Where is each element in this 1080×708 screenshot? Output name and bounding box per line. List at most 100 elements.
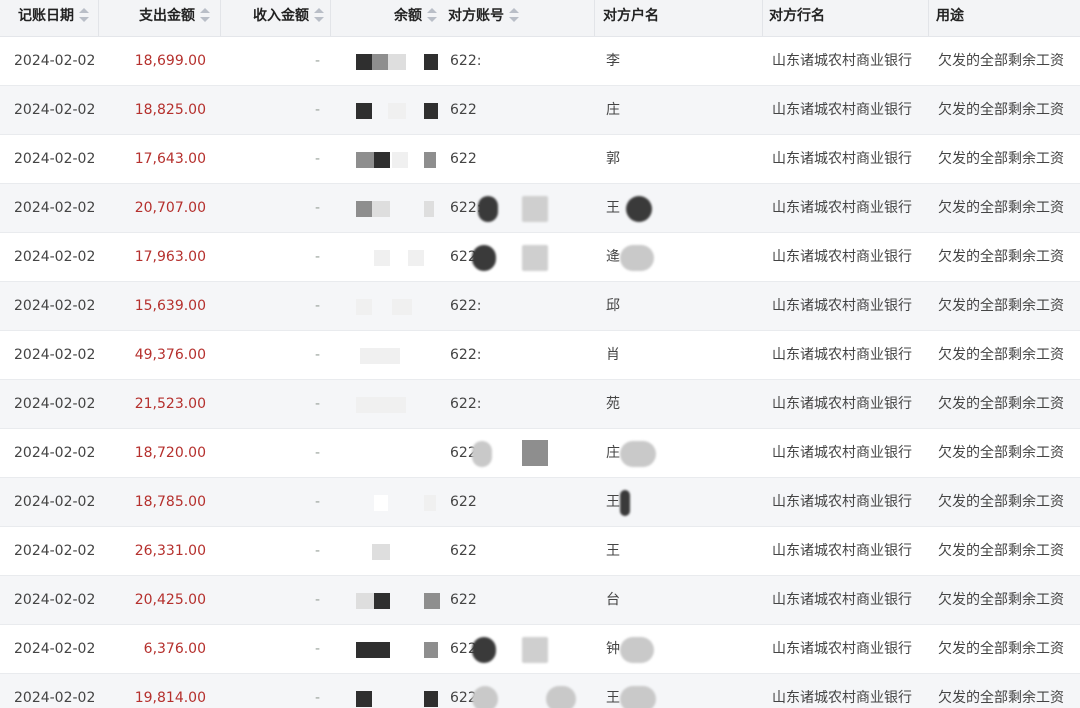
cell-purpose: 欠发的全部剩余工资 bbox=[938, 445, 1064, 461]
cell-bank: 山东诸城农村商业银行 bbox=[772, 151, 912, 167]
table-row[interactable]: 2024-02-02 18,785.00 - 622 王 山东诸城农村商业银行 … bbox=[0, 478, 1080, 527]
cell-purpose: 欠发的全部剩余工资 bbox=[938, 53, 1064, 69]
cell-balance-redacted bbox=[352, 478, 442, 526]
cell-name: 庄 bbox=[606, 102, 620, 118]
cell-date: 2024-02-02 bbox=[14, 151, 96, 167]
cell-in-amount: - bbox=[314, 249, 320, 265]
table-row[interactable]: 2024-02-02 20,707.00 - 622: 王 山东诸城农村商业银行… bbox=[0, 184, 1080, 233]
cell-account: 622 bbox=[450, 429, 590, 477]
cell-out-amount: 18,825.00 bbox=[134, 102, 206, 118]
cell-bank: 山东诸城农村商业银行 bbox=[772, 396, 912, 412]
cell-account: 622: bbox=[450, 347, 482, 363]
cell-balance-redacted bbox=[352, 282, 442, 330]
cell-balance-redacted bbox=[352, 37, 442, 85]
cell-bank: 山东诸城农村商业银行 bbox=[772, 298, 912, 314]
column-header-in[interactable]: 收入金额 bbox=[253, 0, 324, 36]
sort-arrows-icon[interactable] bbox=[200, 8, 210, 22]
cell-date: 2024-02-02 bbox=[14, 298, 96, 314]
cell-account: 622 bbox=[450, 151, 477, 167]
cell-in-amount: - bbox=[314, 543, 320, 559]
cell-in-amount: - bbox=[314, 200, 320, 216]
cell-out-amount: 17,963.00 bbox=[134, 249, 206, 265]
cell-bank: 山东诸城农村商业银行 bbox=[772, 249, 912, 265]
sort-arrows-icon[interactable] bbox=[509, 8, 519, 22]
cell-account: 622 bbox=[450, 233, 590, 281]
cell-balance-redacted bbox=[352, 576, 442, 624]
cell-account: 622 bbox=[450, 592, 477, 608]
table-row[interactable]: 2024-02-02 18,699.00 - 622: 李 山东诸城农村商业银行… bbox=[0, 37, 1080, 86]
table-row[interactable]: 2024-02-02 17,963.00 - 622 逄 山东诸城农村商业银行 … bbox=[0, 233, 1080, 282]
table-row[interactable]: 2024-02-02 6,376.00 - 622 钟 山东诸城农村商业银行 欠… bbox=[0, 625, 1080, 674]
cell-date: 2024-02-02 bbox=[14, 200, 96, 216]
cell-in-amount: - bbox=[314, 396, 320, 412]
cell-account: 622: bbox=[450, 396, 482, 412]
cell-purpose: 欠发的全部剩余工资 bbox=[938, 690, 1064, 706]
cell-bank: 山东诸城农村商业银行 bbox=[772, 592, 912, 608]
cell-out-amount: 17,643.00 bbox=[134, 151, 206, 167]
cell-bank: 山东诸城农村商业银行 bbox=[772, 102, 912, 118]
cell-account: 622 bbox=[450, 102, 477, 118]
table-row[interactable]: 2024-02-02 21,523.00 - 622: 苑 山东诸城农村商业银行… bbox=[0, 380, 1080, 429]
cell-name: 郭 bbox=[606, 151, 620, 167]
column-header-account[interactable]: 对方账号 bbox=[448, 0, 519, 36]
cell-account: 622: bbox=[450, 53, 482, 69]
cell-out-amount: 26,331.00 bbox=[134, 543, 206, 559]
cell-in-amount: - bbox=[314, 690, 320, 706]
cell-date: 2024-02-02 bbox=[14, 249, 96, 265]
cell-balance-redacted bbox=[352, 331, 442, 379]
sort-arrows-icon[interactable] bbox=[427, 8, 437, 22]
cell-account: 622 bbox=[450, 543, 477, 559]
cell-purpose: 欠发的全部剩余工资 bbox=[938, 641, 1064, 657]
table-row[interactable]: 2024-02-02 26,331.00 - 622 王 山东诸城农村商业银行 … bbox=[0, 527, 1080, 576]
table-row[interactable]: 2024-02-02 15,639.00 - 622: 邱 山东诸城农村商业银行… bbox=[0, 282, 1080, 331]
cell-purpose: 欠发的全部剩余工资 bbox=[938, 396, 1064, 412]
cell-bank: 山东诸城农村商业银行 bbox=[772, 53, 912, 69]
cell-out-amount: 20,425.00 bbox=[134, 592, 206, 608]
table-row[interactable]: 2024-02-02 17,643.00 - 622 郭 山东诸城农村商业银行 … bbox=[0, 135, 1080, 184]
cell-out-amount: 19,814.00 bbox=[134, 690, 206, 706]
column-header-bank[interactable]: 对方行名 bbox=[769, 0, 825, 36]
cell-account: 622: bbox=[450, 184, 590, 232]
cell-purpose: 欠发的全部剩余工资 bbox=[938, 543, 1064, 559]
cell-date: 2024-02-02 bbox=[14, 543, 96, 559]
cell-name: 王 bbox=[606, 478, 756, 526]
cell-date: 2024-02-02 bbox=[14, 102, 96, 118]
cell-name: 王 bbox=[606, 674, 756, 708]
cell-out-amount: 21,523.00 bbox=[134, 396, 206, 412]
cell-date: 2024-02-02 bbox=[14, 592, 96, 608]
sort-arrows-icon[interactable] bbox=[79, 8, 89, 22]
table-row[interactable]: 2024-02-02 19,814.00 - 622 王 山东诸城农村商业银行 … bbox=[0, 674, 1080, 708]
cell-purpose: 欠发的全部剩余工资 bbox=[938, 494, 1064, 510]
cell-purpose: 欠发的全部剩余工资 bbox=[938, 592, 1064, 608]
cell-bank: 山东诸城农村商业银行 bbox=[772, 494, 912, 510]
cell-balance-redacted bbox=[352, 674, 442, 708]
cell-balance-redacted bbox=[352, 135, 442, 183]
cell-bank: 山东诸城农村商业银行 bbox=[772, 445, 912, 461]
cell-balance-redacted bbox=[352, 625, 442, 673]
sort-arrows-icon[interactable] bbox=[314, 8, 324, 22]
cell-balance-redacted bbox=[352, 86, 442, 134]
cell-bank: 山东诸城农村商业银行 bbox=[772, 543, 912, 559]
table-row[interactable]: 2024-02-02 20,425.00 - 622 台 山东诸城农村商业银行 … bbox=[0, 576, 1080, 625]
cell-bank: 山东诸城农村商业银行 bbox=[772, 690, 912, 706]
cell-date: 2024-02-02 bbox=[14, 396, 96, 412]
cell-name: 王 bbox=[606, 543, 620, 559]
cell-date: 2024-02-02 bbox=[14, 53, 96, 69]
cell-out-amount: 20,707.00 bbox=[134, 200, 206, 216]
cell-in-amount: - bbox=[314, 102, 320, 118]
column-header-purpose[interactable]: 用途 bbox=[936, 0, 964, 36]
column-header-name[interactable]: 对方户名 bbox=[603, 0, 659, 36]
cell-balance-redacted bbox=[352, 184, 442, 232]
cell-purpose: 欠发的全部剩余工资 bbox=[938, 347, 1064, 363]
table-row[interactable]: 2024-02-02 18,720.00 - 622 庄 山东诸城农村商业银行 … bbox=[0, 429, 1080, 478]
cell-bank: 山东诸城农村商业银行 bbox=[772, 200, 912, 216]
cell-account: 622 bbox=[450, 494, 477, 510]
table-row[interactable]: 2024-02-02 49,376.00 - 622: 肖 山东诸城农村商业银行… bbox=[0, 331, 1080, 380]
cell-account: 622: bbox=[450, 298, 482, 314]
column-header-date[interactable]: 记账日期 bbox=[18, 0, 89, 36]
column-header-out[interactable]: 支出金额 bbox=[139, 0, 210, 36]
table-row[interactable]: 2024-02-02 18,825.00 - 622 庄 山东诸城农村商业银行 … bbox=[0, 86, 1080, 135]
cell-account: 622 bbox=[450, 674, 590, 708]
column-header-balance[interactable]: 余额 bbox=[394, 0, 437, 36]
cell-purpose: 欠发的全部剩余工资 bbox=[938, 102, 1064, 118]
